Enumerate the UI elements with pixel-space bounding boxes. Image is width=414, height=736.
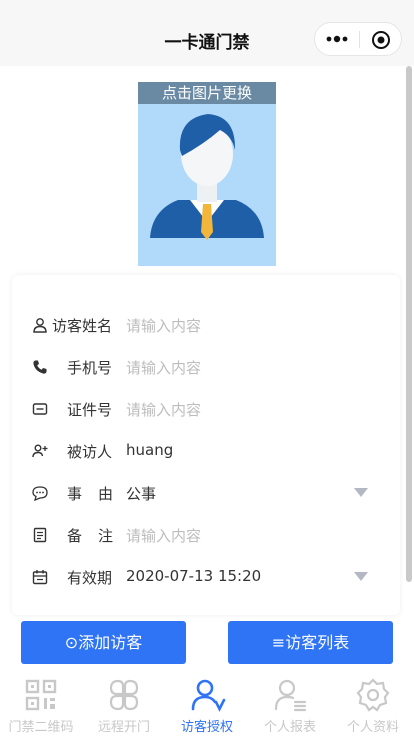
reason-label: 事由 bbox=[67, 485, 130, 503]
chevron-down-icon[interactable] bbox=[354, 572, 368, 581]
visitor-name-label: 访客姓名 bbox=[52, 317, 113, 335]
tab-visitor-auth[interactable]: 访客授权 bbox=[166, 672, 248, 736]
visitor-form: 访客姓名 请输入内容 手机号 请输入内容 证件号 请输入内容 被访人 huang… bbox=[12, 275, 400, 615]
close-target-icon[interactable] bbox=[371, 30, 391, 50]
tab-door-qrcode[interactable]: 门禁二维码 bbox=[0, 672, 82, 736]
remark-row[interactable]: 备注 请输入内容 bbox=[12, 515, 400, 555]
id-number-row[interactable]: 证件号 请输入内容 bbox=[12, 389, 400, 429]
remark-input[interactable]: 请输入内容 bbox=[126, 525, 201, 546]
visitor-name-row[interactable]: 访客姓名 请输入内容 bbox=[12, 305, 400, 345]
avatar-illustration bbox=[150, 114, 264, 240]
phone-input[interactable]: 请输入内容 bbox=[126, 357, 201, 378]
host-label: 被访人 bbox=[67, 443, 113, 461]
reason-row[interactable]: 事由 公事 bbox=[12, 473, 400, 513]
tab-remote-open[interactable]: 远程开门 bbox=[83, 672, 165, 736]
add-visitor-button[interactable]: ⊙添加访客 bbox=[21, 621, 186, 664]
visitor-list-button[interactable]: ≡访客列表 bbox=[228, 621, 393, 664]
tab-bar: 门禁二维码 远程开门 访客授权 个人报表 个人资料 bbox=[0, 672, 414, 736]
navigation-bar: 一卡通门禁 bbox=[0, 0, 414, 66]
host-input[interactable]: huang bbox=[126, 441, 173, 459]
more-icon[interactable] bbox=[325, 32, 349, 46]
chevron-down-icon[interactable] bbox=[354, 488, 368, 497]
validity-picker[interactable]: 2020-07-13 15:20 bbox=[126, 567, 261, 585]
remark-label: 备注 bbox=[67, 527, 130, 545]
id-card-icon bbox=[32, 403, 48, 415]
mini-program-capsule bbox=[314, 22, 402, 56]
visitor-icon bbox=[191, 679, 226, 712]
visitor-photo[interactable]: 点击图片更换 bbox=[138, 82, 276, 266]
note-icon bbox=[33, 527, 47, 543]
host-row[interactable]: 被访人 huang bbox=[12, 431, 400, 471]
tab-personal-profile[interactable]: 个人资料 bbox=[332, 672, 414, 736]
phone-label: 手机号 bbox=[67, 359, 113, 377]
user-icon bbox=[33, 318, 47, 333]
report-icon bbox=[274, 679, 307, 712]
visitor-name-input[interactable]: 请输入内容 bbox=[126, 315, 201, 336]
clover-icon bbox=[109, 679, 139, 711]
phone-row[interactable]: 手机号 请输入内容 bbox=[12, 347, 400, 387]
message-icon bbox=[32, 486, 48, 501]
qrcode-icon bbox=[25, 679, 57, 711]
validity-row[interactable]: 有效期 2020-07-13 15:20 bbox=[12, 557, 400, 597]
tab-label: 个人资料 bbox=[346, 720, 399, 735]
id-number-input[interactable]: 请输入内容 bbox=[126, 399, 201, 420]
tab-personal-report[interactable]: 个人报表 bbox=[249, 672, 331, 736]
scrollbar[interactable] bbox=[406, 66, 412, 582]
capsule-divider bbox=[359, 31, 360, 48]
user-plus-icon bbox=[32, 444, 48, 458]
settings-icon bbox=[356, 678, 390, 712]
validity-label: 有效期 bbox=[67, 569, 113, 587]
calendar-icon bbox=[32, 570, 48, 585]
phone-icon bbox=[33, 360, 47, 374]
photo-change-banner: 点击图片更换 bbox=[138, 82, 276, 104]
id-number-label: 证件号 bbox=[67, 401, 113, 419]
reason-select[interactable]: 公事 bbox=[126, 483, 156, 504]
